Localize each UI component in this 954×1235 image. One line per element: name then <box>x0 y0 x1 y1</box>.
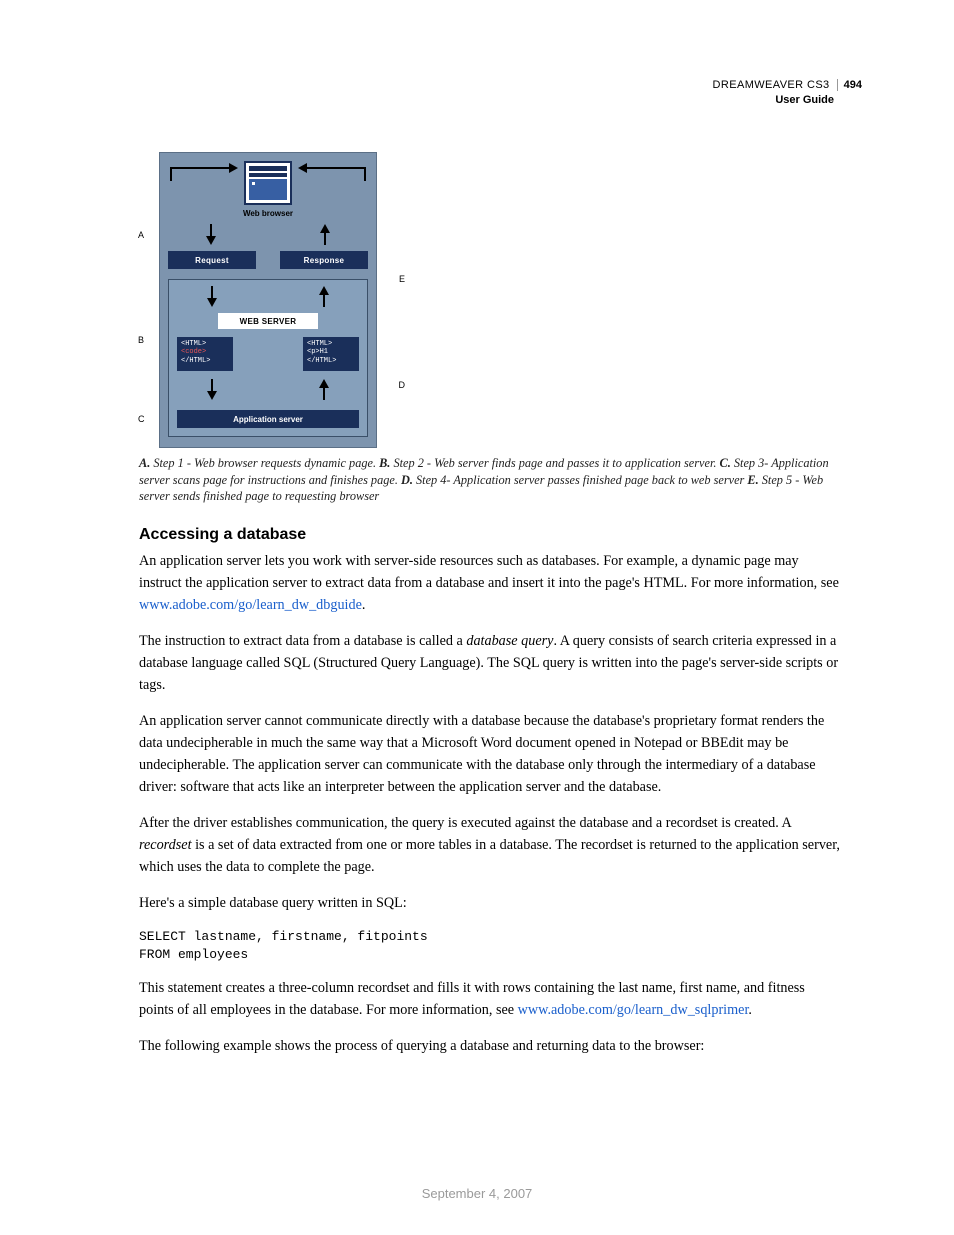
footer-date: September 4, 2007 <box>0 1186 954 1201</box>
diagram-label-d: D <box>399 380 406 390</box>
page-header: DREAMWEAVER CS3 494 User Guide <box>713 78 862 108</box>
diagram-container: A B C D E Web browser Request Response W… <box>139 152 387 448</box>
diagram-label-e: E <box>399 274 405 284</box>
flow-diagram: Web browser Request Response WEB SERVER … <box>159 152 377 448</box>
paragraph: An application server lets you work with… <box>139 550 841 616</box>
diagram-line <box>306 167 366 169</box>
browser-icon <box>244 161 292 205</box>
code-block: SELECT lastname, firstname, fitpoints FR… <box>139 928 841 963</box>
arrow-down-icon <box>207 286 217 307</box>
page-number: 494 <box>837 79 862 91</box>
diagram-label-a: A <box>138 230 144 240</box>
link-sqlprimer[interactable]: www.adobe.com/go/learn_dw_sqlprimer <box>518 1002 749 1018</box>
guide-subtitle: User Guide <box>713 93 862 108</box>
arrow-down-icon <box>207 379 217 400</box>
arrow-up-icon <box>319 286 329 307</box>
web-server-panel: WEB SERVER <HTML> <code> </HTML> <HTML> … <box>168 279 368 437</box>
link-dbguide[interactable]: www.adobe.com/go/learn_dw_dbguide <box>139 597 362 613</box>
product-name: DREAMWEAVER CS3 <box>713 79 830 91</box>
section-heading: Accessing a database <box>139 526 306 544</box>
paragraph: An application server cannot communicate… <box>139 710 841 798</box>
diagram-label-c: C <box>138 414 145 424</box>
body-text: An application server lets you work with… <box>139 550 841 1071</box>
figure-caption: A. Step 1 - Web browser requests dynamic… <box>139 455 849 505</box>
paragraph: Here's a simple database query written i… <box>139 892 841 914</box>
diagram-label-b: B <box>138 335 144 345</box>
html-code-chip: <HTML> <code> </HTML> <box>177 337 233 371</box>
diagram-line <box>170 167 230 169</box>
paragraph: The following example shows the process … <box>139 1035 841 1057</box>
web-browser-label: Web browser <box>168 209 368 218</box>
arrow-up-icon <box>319 379 329 400</box>
arrow-down-icon <box>206 224 216 245</box>
web-server-label: WEB SERVER <box>218 313 318 329</box>
paragraph: The instruction to extract data from a d… <box>139 630 841 696</box>
response-chip: Response <box>280 251 368 269</box>
paragraph: After the driver establishes communicati… <box>139 812 841 878</box>
arrow-up-icon <box>320 224 330 245</box>
html-code-chip: <HTML> <p>H1 </HTML> <box>303 337 359 371</box>
app-server-label: Application server <box>177 410 359 428</box>
paragraph: This statement creates a three-column re… <box>139 977 841 1021</box>
request-chip: Request <box>168 251 256 269</box>
